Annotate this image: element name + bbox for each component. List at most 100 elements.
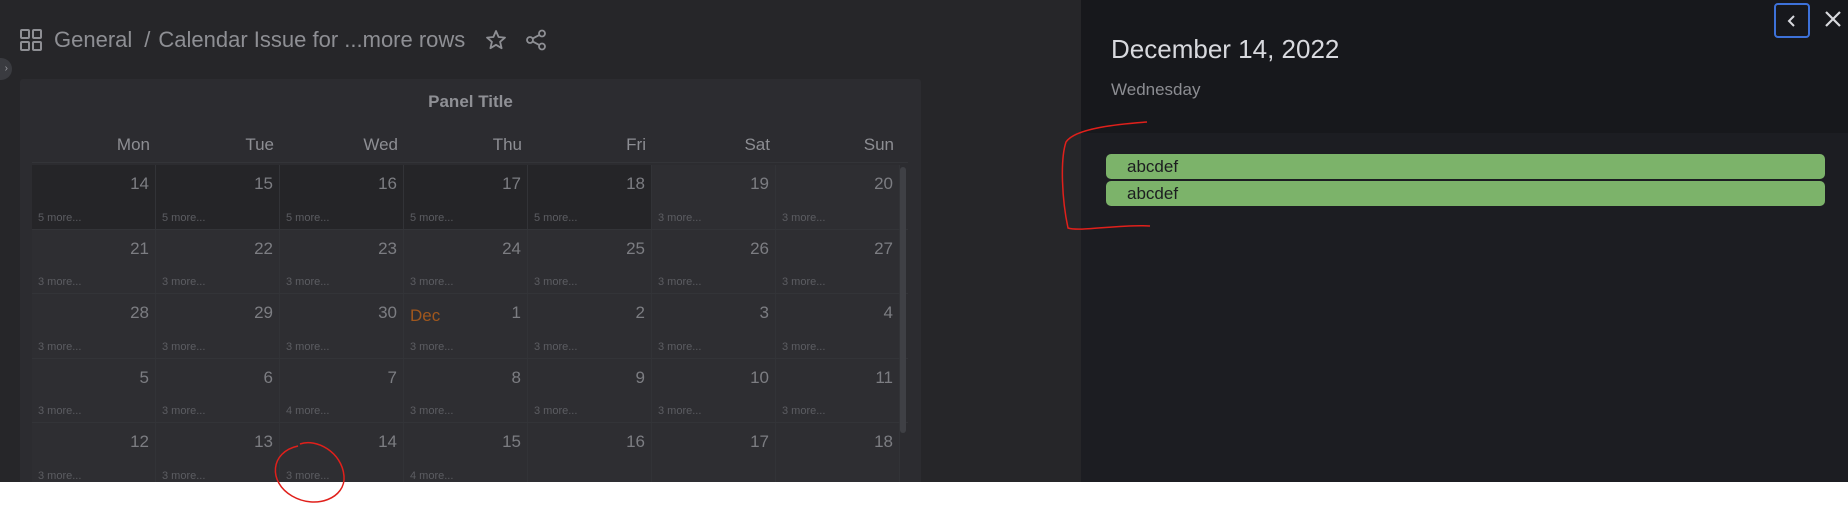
calendar-day-cell[interactable]: 14 5 more...: [32, 165, 156, 229]
calendar-day-cell[interactable]: 13 3 more...: [156, 423, 280, 482]
day-number: 14: [378, 432, 397, 451]
dashboards-grid-icon[interactable]: [20, 29, 42, 51]
scrollbar[interactable]: [900, 167, 906, 433]
calendar-day-cell[interactable]: 20 3 more...: [776, 165, 900, 229]
calendar-day-cell[interactable]: 21 3 more...: [32, 229, 156, 293]
calendar-day-cell[interactable]: 28 3 more...: [32, 294, 156, 358]
panel-title[interactable]: Panel Title: [20, 92, 921, 112]
more-events-link[interactable]: 3 more...: [534, 276, 577, 288]
calendar-day-cell[interactable]: 15 5 more...: [156, 165, 280, 229]
weekday-label: Mon: [116, 135, 150, 154]
star-icon[interactable]: [485, 29, 507, 51]
more-events-link[interactable]: 3 more...: [534, 341, 577, 353]
more-events-link[interactable]: 5 more...: [286, 212, 329, 224]
more-events-link[interactable]: 3 more...: [162, 341, 205, 353]
more-events-link[interactable]: 3 more...: [782, 276, 825, 288]
day-number: 16: [378, 174, 397, 193]
day-number: 5: [139, 367, 149, 387]
day-number: 6: [263, 367, 273, 387]
calendar-day-cell[interactable]: 16: [528, 423, 652, 482]
weekday-label: Tue: [245, 135, 274, 154]
back-button[interactable]: [1774, 3, 1810, 38]
calendar-day-cell[interactable]: 6 3 more...: [156, 358, 280, 422]
calendar-day-cell[interactable]: 14 3 more...: [280, 423, 404, 482]
more-events-link[interactable]: 3 more...: [534, 405, 577, 417]
day-number: 10: [750, 367, 769, 387]
more-events-link[interactable]: 3 more...: [658, 276, 701, 288]
more-events-link[interactable]: 5 more...: [410, 212, 453, 224]
calendar-day-cell[interactable]: 15 4 more...: [404, 423, 528, 482]
calendar-day-cell[interactable]: Dec 1 3 more...: [404, 294, 528, 358]
more-events-link[interactable]: 3 more...: [658, 341, 701, 353]
calendar-day-cell[interactable]: 24 3 more...: [404, 229, 528, 293]
day-number: 15: [254, 174, 273, 193]
day-number: 27: [874, 238, 893, 258]
event-bar[interactable]: abcdef: [1106, 181, 1825, 206]
calendar-day-cell[interactable]: 11 3 more...: [776, 358, 900, 422]
calendar-day-cell[interactable]: 4 3 more...: [776, 294, 900, 358]
calendar-week-row: 12 3 more... 13 3 more... 14 3 more... 15 4 mor…: [32, 423, 908, 482]
more-events-link[interactable]: 3 more...: [162, 405, 205, 417]
more-events-link[interactable]: 3 more...: [38, 341, 81, 353]
more-events-link[interactable]: 3 more...: [286, 470, 329, 482]
calendar-day-cell[interactable]: 10 3 more...: [652, 358, 776, 422]
calendar-day-cell[interactable]: 18: [776, 423, 900, 482]
calendar-day-cell[interactable]: 2 3 more...: [528, 294, 652, 358]
share-icon[interactable]: [525, 29, 547, 51]
more-events-link[interactable]: 3 more...: [162, 276, 205, 288]
calendar-day-cell[interactable]: 7 4 more...: [280, 358, 404, 422]
more-events-link[interactable]: 3 more...: [410, 341, 453, 353]
event-bar[interactable]: abcdef: [1106, 154, 1825, 179]
day-number: 1: [511, 303, 521, 322]
drawer-header: December 14, 2022 Wednesday: [1081, 0, 1848, 133]
calendar-day-cell[interactable]: 25 3 more...: [528, 229, 652, 293]
breadcrumb-folder[interactable]: General: [54, 27, 132, 53]
calendar-day-cell[interactable]: 29 3 more...: [156, 294, 280, 358]
calendar-day-cell[interactable]: 19 3 more...: [652, 165, 776, 229]
calendar-panel: Panel Title Mon Tue Wed Thu Fri Sat Sun …: [20, 79, 921, 482]
more-events-link[interactable]: 3 more...: [38, 470, 81, 482]
more-events-link[interactable]: 3 more...: [286, 341, 329, 353]
more-events-link[interactable]: 3 more...: [162, 470, 205, 482]
dashboard-area: › General / Calendar Issue for ...more r…: [0, 0, 1081, 482]
more-events-link[interactable]: 5 more...: [162, 212, 205, 224]
calendar-day-cell[interactable]: 12 3 more...: [32, 423, 156, 482]
close-icon: [1825, 11, 1841, 27]
calendar-day-cell[interactable]: 18 5 more...: [528, 165, 652, 229]
breadcrumb: General / Calendar Issue for ...more row…: [20, 22, 547, 58]
more-events-link[interactable]: 3 more...: [38, 276, 81, 288]
calendar-day-cell[interactable]: 17: [652, 423, 776, 482]
more-events-link[interactable]: 3 more...: [782, 212, 825, 224]
calendar-day-cell[interactable]: 23 3 more...: [280, 229, 404, 293]
more-events-link[interactable]: 3 more...: [658, 212, 701, 224]
more-events-link[interactable]: 4 more...: [410, 470, 453, 482]
more-events-link[interactable]: 3 more...: [286, 276, 329, 288]
calendar-day-cell[interactable]: 5 3 more...: [32, 358, 156, 422]
more-events-link[interactable]: 3 more...: [410, 276, 453, 288]
calendar-day-cell[interactable]: 3 3 more...: [652, 294, 776, 358]
close-button[interactable]: [1821, 4, 1845, 34]
more-events-link[interactable]: 3 more...: [38, 405, 81, 417]
dashboard-title[interactable]: Calendar Issue for ...more rows: [158, 27, 465, 53]
more-events-link[interactable]: 4 more...: [286, 405, 329, 417]
calendar-day-cell[interactable]: 27 3 more...: [776, 229, 900, 293]
day-number: 3: [759, 303, 769, 322]
calendar-day-cell[interactable]: 9 3 more...: [528, 358, 652, 422]
more-events-link[interactable]: 5 more...: [534, 212, 577, 224]
sidebar-toggle-icon[interactable]: ›: [0, 58, 12, 80]
more-events-link[interactable]: 5 more...: [38, 212, 81, 224]
more-events-link[interactable]: 3 more...: [782, 341, 825, 353]
more-events-link[interactable]: 3 more...: [782, 405, 825, 417]
calendar-day-cell[interactable]: 26 3 more...: [652, 229, 776, 293]
day-number: 17: [750, 432, 769, 451]
more-events-link[interactable]: 3 more...: [410, 405, 453, 417]
calendar-day-cell[interactable]: 30 3 more...: [280, 294, 404, 358]
more-events-link[interactable]: 3 more...: [658, 405, 701, 417]
day-number: 11: [875, 367, 893, 387]
calendar-day-cell[interactable]: 17 5 more...: [404, 165, 528, 229]
calendar-day-cell[interactable]: 16 5 more...: [280, 165, 404, 229]
day-number: 19: [750, 174, 769, 193]
day-number: 28: [130, 303, 149, 322]
calendar-day-cell[interactable]: 8 3 more...: [404, 358, 528, 422]
calendar-day-cell[interactable]: 22 3 more...: [156, 229, 280, 293]
